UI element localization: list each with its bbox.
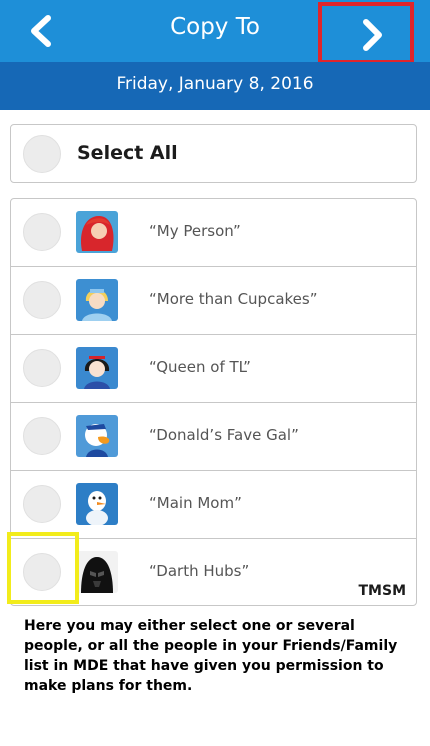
person-name: “Donald’s Fave Gal” (149, 426, 299, 444)
person-name: “My Person” (149, 222, 241, 240)
select-all-label: Select All (77, 142, 178, 164)
cinderella-avatar (76, 279, 118, 321)
instructions-text: Here you may either select one or severa… (24, 618, 398, 694)
person-name: “Darth Hubs” (149, 562, 250, 580)
person-name: “Main Mom” (149, 494, 242, 512)
list-item[interactable]: “My Person” (11, 199, 416, 267)
person-radio[interactable] (23, 281, 61, 319)
selected-date: Friday, January 8, 2016 (116, 74, 314, 94)
list-item[interactable]: “Donald’s Fave Gal” (11, 403, 416, 471)
next-button[interactable] (318, 2, 414, 64)
person-radio[interactable] (23, 417, 61, 455)
radio-highlight-box (7, 532, 79, 604)
person-name: “Queen of TL” (149, 358, 251, 376)
watermark: TMSM (358, 583, 407, 599)
list-item[interactable]: “Main Mom” (11, 471, 416, 539)
list-item[interactable]: “Queen of TL” (11, 335, 416, 403)
darth-vader-avatar (76, 551, 118, 593)
donald-duck-avatar (76, 415, 118, 457)
person-radio[interactable] (23, 349, 61, 387)
select-all-row[interactable]: Select All (10, 124, 417, 183)
top-nav-bar: Copy To (0, 0, 430, 64)
person-radio[interactable] (23, 485, 61, 523)
ariel-avatar (76, 211, 118, 253)
chevron-right-icon (363, 19, 382, 51)
person-name: “More than Cupcakes” (149, 290, 318, 308)
list-item[interactable]: “More than Cupcakes” (11, 267, 416, 335)
olaf-avatar (76, 483, 118, 525)
snow-white-avatar (76, 347, 118, 389)
date-bar: Friday, January 8, 2016 (0, 62, 430, 110)
person-radio[interactable] (23, 213, 61, 251)
select-all-radio[interactable] (23, 135, 61, 173)
